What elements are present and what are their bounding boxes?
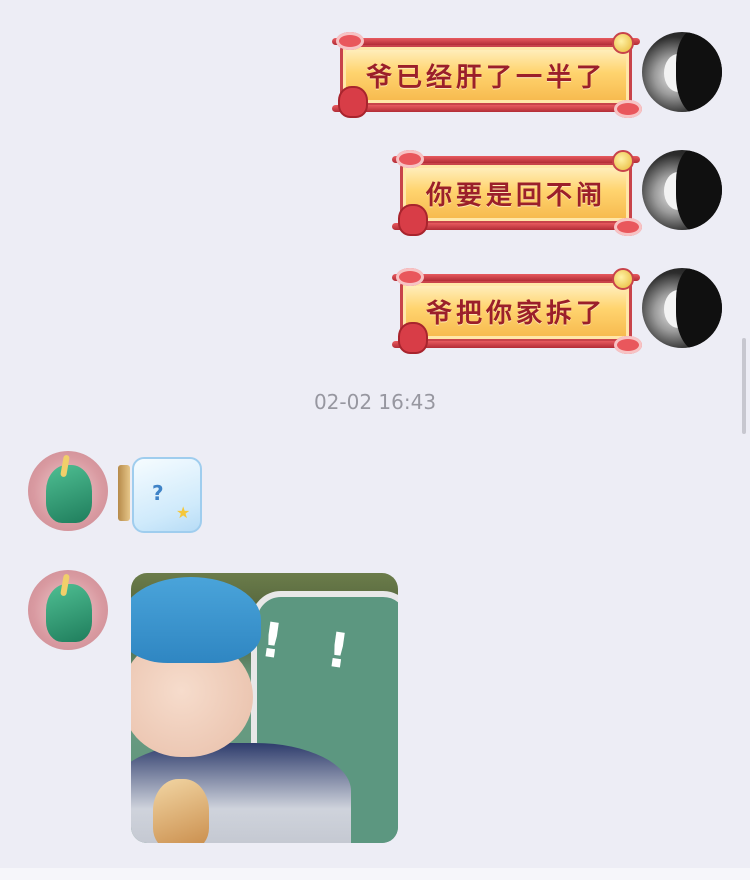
contact-avatar[interactable] xyxy=(28,570,108,650)
contact-avatar[interactable] xyxy=(28,451,108,531)
jar-sticker[interactable]: ? ★ xyxy=(118,455,202,533)
message-timestamp: 02-02 16:43 xyxy=(313,390,437,414)
cloud-icon xyxy=(614,218,642,236)
avatar-hair xyxy=(676,268,722,348)
dragon-figure xyxy=(46,584,92,642)
photo-message[interactable]: ! ! xyxy=(131,573,398,843)
avatar-hair xyxy=(676,150,722,230)
input-area-edge xyxy=(0,868,750,880)
jar-lid xyxy=(118,465,130,521)
self-avatar[interactable] xyxy=(642,268,722,348)
question-mark-icon: ? xyxy=(152,481,164,505)
self-avatar[interactable] xyxy=(642,150,722,230)
scroll-rod-top xyxy=(332,38,640,45)
message-text: 爷把你家拆了 xyxy=(425,298,606,329)
star-icon: ★ xyxy=(176,503,191,522)
message-bubble-1[interactable]: 爷已经肝了一半了 xyxy=(332,32,642,120)
cloud-icon xyxy=(336,32,364,50)
scroll-rod-bottom xyxy=(392,341,640,348)
cloud-icon xyxy=(396,150,424,168)
dragon-figure xyxy=(46,465,92,523)
message-bubble-3[interactable]: 爷把你家拆了 xyxy=(392,268,642,356)
message-text: 你要是回不闹 xyxy=(425,180,606,211)
scroll-rod-top xyxy=(392,156,640,163)
scroll-rod-top xyxy=(392,274,640,281)
jar-body xyxy=(132,457,202,533)
scrollbar[interactable] xyxy=(742,338,746,434)
message-text: 爷已经肝了一半了 xyxy=(365,62,606,93)
scroll-rod-bottom xyxy=(392,223,640,230)
message-bubble-2[interactable]: 你要是回不闹 xyxy=(392,150,642,238)
coin-icon xyxy=(612,32,634,54)
cloud-icon xyxy=(614,100,642,118)
photo-bread xyxy=(153,779,209,843)
scroll-rod-bottom xyxy=(332,105,640,112)
avatar-hair xyxy=(676,32,722,112)
coin-icon xyxy=(612,150,634,172)
cloud-icon xyxy=(614,336,642,354)
coin-icon xyxy=(612,268,634,290)
photo-child-cap xyxy=(131,577,261,663)
self-avatar[interactable] xyxy=(642,32,722,112)
cloud-icon xyxy=(396,268,424,286)
